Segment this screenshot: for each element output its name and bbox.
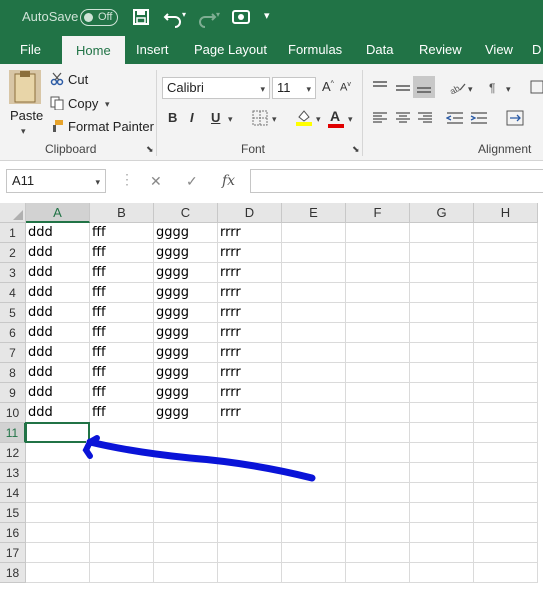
annotation-arrow	[82, 435, 316, 482]
